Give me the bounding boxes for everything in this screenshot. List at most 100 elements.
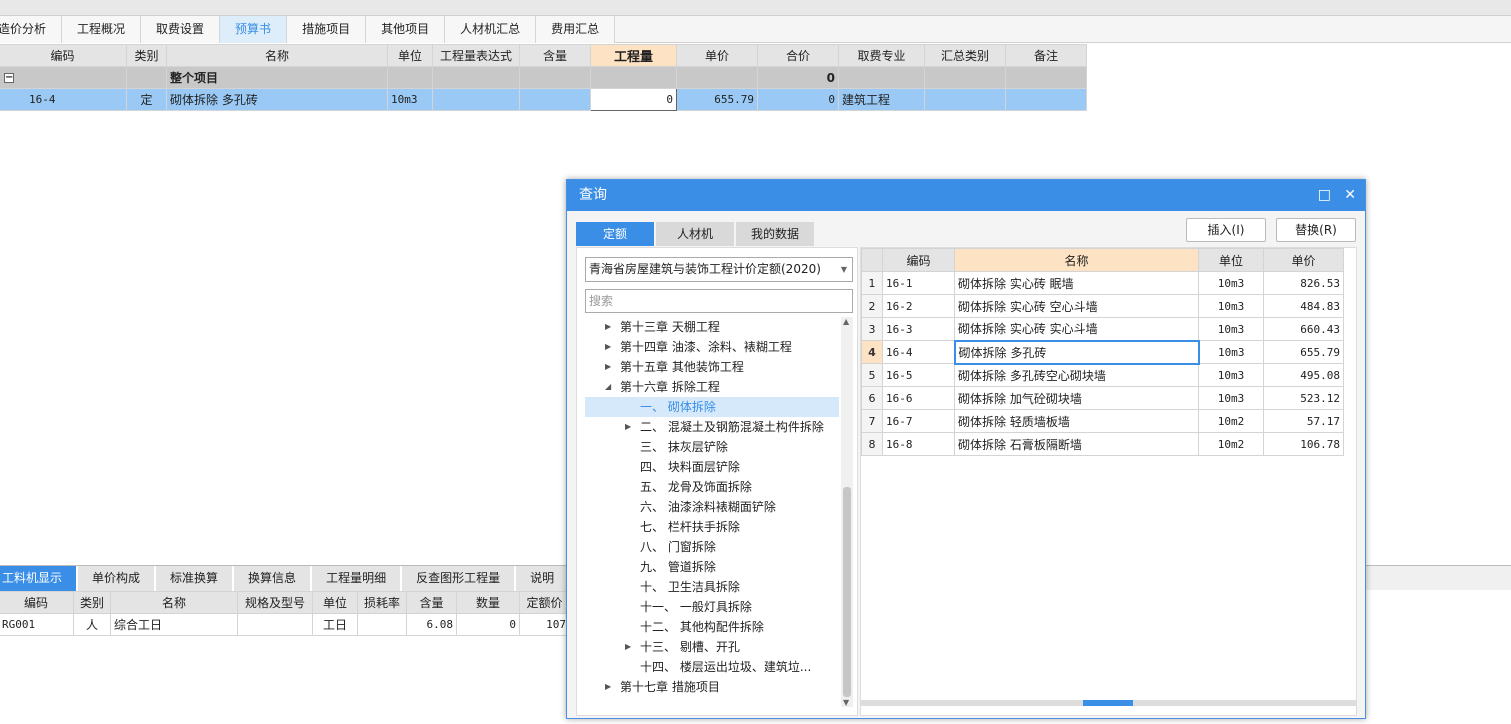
tab-5[interactable]: 其他项目	[366, 16, 446, 43]
close-icon[interactable]: ✕	[1344, 180, 1356, 211]
scroll-thumb[interactable]	[843, 487, 851, 697]
column-header[interactable]: 取费专业	[838, 44, 925, 67]
tab-2[interactable]: 取费设置	[141, 16, 221, 43]
lm-content[interactable]: 6.08	[406, 613, 457, 636]
column-header[interactable]: 名称	[166, 44, 388, 67]
bottom-tab-6[interactable]: 说明	[516, 566, 571, 591]
tab-0[interactable]: 造价分析	[0, 16, 63, 43]
quantity-input[interactable]: 0	[590, 88, 677, 111]
tree-scrollbar[interactable]: ▲ ▼	[841, 317, 853, 707]
bottom-tab-3[interactable]: 换算信息	[234, 566, 313, 591]
tab-1[interactable]: 工程概况	[62, 16, 142, 43]
column-header[interactable]: 编码	[0, 44, 127, 67]
table-row[interactable]: 2 16-2 砌体拆除 实心砖 空心斗墙 10m3 484.83	[861, 294, 1344, 318]
tree-node[interactable]: ▶ 十三、 剔槽、开孔	[585, 637, 839, 657]
tab-6[interactable]: 人材机汇总	[445, 16, 537, 43]
table-row[interactable]: 1 16-1 砌体拆除 实心砖 眠墙 10m3 826.53	[861, 271, 1344, 295]
lm-loss[interactable]	[357, 613, 407, 636]
hscroll-thumb[interactable]	[1083, 700, 1133, 706]
tree-node[interactable]: 四、 块料面层铲除	[585, 457, 839, 477]
tree-node[interactable]: 一、 砌体拆除	[585, 397, 839, 417]
tree-node[interactable]: 十二、 其他构配件拆除	[585, 617, 839, 637]
tab-3[interactable]: 预算书	[220, 16, 288, 43]
maximize-icon[interactable]: □	[1318, 180, 1331, 211]
column-header[interactable]: 名称	[110, 591, 238, 614]
column-header[interactable]: 单位	[1198, 248, 1264, 272]
tree-node[interactable]: 十四、 楼层运出垃圾、建筑垃...	[585, 657, 839, 677]
column-header[interactable]: 类别	[126, 44, 167, 67]
column-header[interactable]: 工程量	[590, 44, 677, 67]
dialog-tab-0[interactable]: 定额	[576, 222, 654, 246]
table-row[interactable]: 7 16-7 砌体拆除 轻质墙板墙 10m2 57.17	[861, 409, 1344, 433]
search-input[interactable]: 搜索	[585, 289, 853, 313]
expand-arrow-icon[interactable]: ▶	[625, 417, 631, 437]
column-header[interactable]: 规格及型号	[237, 591, 313, 614]
tree-node[interactable]: ◢ 第十六章 拆除工程	[585, 377, 839, 397]
tree-node[interactable]: 十、 卫生洁具拆除	[585, 577, 839, 597]
expand-arrow-icon[interactable]: ▶	[605, 677, 611, 697]
dialog-titlebar[interactable]: 查询 □ ✕	[567, 180, 1365, 211]
column-header[interactable]: 单位	[387, 44, 433, 67]
column-header[interactable]: 工程量表达式	[432, 44, 520, 67]
expand-arrow-icon[interactable]: ▶	[625, 637, 631, 657]
tree-node[interactable]: 三、 抹灰层铲除	[585, 437, 839, 457]
bottom-tab-4[interactable]: 工程量明细	[312, 566, 403, 591]
insert-button[interactable]: 插入(I)	[1186, 218, 1266, 242]
column-header[interactable]: 单价	[1263, 248, 1344, 272]
column-header[interactable]: 汇总类别	[924, 44, 1006, 67]
tree-node[interactable]: ▶ 第十五章 其他装饰工程	[585, 357, 839, 377]
bottom-tab-5[interactable]: 反查图形工程量	[402, 566, 517, 591]
dialog-tab-2[interactable]: 我的数据	[736, 222, 814, 246]
column-header[interactable]: 含量	[406, 591, 457, 614]
tree-node[interactable]: 六、 油漆涂料裱糊面铲除	[585, 497, 839, 517]
bottom-tab-1[interactable]: 单价构成	[78, 566, 157, 591]
table-row[interactable]: RG001 人 综合工日 工日 6.08 0 107	[0, 613, 570, 636]
column-header[interactable]: 含量	[519, 44, 591, 67]
table-row[interactable]: 5 16-5 砌体拆除 多孔砖空心砌块墙 10m3 495.08	[861, 363, 1344, 387]
column-header[interactable]: 备注	[1005, 44, 1087, 67]
column-header[interactable]: 类别	[73, 591, 111, 614]
replace-button[interactable]: 替换(R)	[1276, 218, 1356, 242]
column-header[interactable]: 数量	[456, 591, 520, 614]
expand-arrow-icon[interactable]: ▶	[605, 337, 611, 357]
tree-node[interactable]: 八、 门窗拆除	[585, 537, 839, 557]
table-row[interactable]: 8 16-8 砌体拆除 石膏板隔断墙 10m2 106.78	[861, 432, 1344, 456]
tree-node[interactable]: ▶ 第十三章 天棚工程	[585, 317, 839, 337]
dialog-tab-1[interactable]: 人材机	[656, 222, 734, 246]
row-specialty[interactable]: 建筑工程	[838, 88, 925, 111]
collapse-icon[interactable]: −	[4, 73, 14, 83]
tree-node[interactable]: ▶ 第十四章 油漆、涂料、裱糊工程	[585, 337, 839, 357]
table-row[interactable]: 3 16-3 砌体拆除 实心砖 实心斗墙 10m3 660.43	[861, 317, 1344, 341]
column-header[interactable]: 编码	[0, 591, 74, 614]
group-row[interactable]: − 整个项目 0	[0, 66, 1087, 89]
bottom-tab-2[interactable]: 标准换算	[156, 566, 235, 591]
table-row[interactable]: 6 16-6 砌体拆除 加气砼砌块墙 10m3 523.12	[861, 386, 1344, 410]
tree-node[interactable]: 七、 栏杆扶手拆除	[585, 517, 839, 537]
column-header[interactable]: 合价	[757, 44, 839, 67]
tree-node[interactable]: 五、 龙骨及饰面拆除	[585, 477, 839, 497]
row-expr[interactable]	[432, 88, 520, 111]
table-row[interactable]: 4 16-4 砌体拆除 多孔砖 10m3 655.79	[861, 339, 1344, 365]
tree-node[interactable]: 十一、 一般灯具拆除	[585, 597, 839, 617]
table-row[interactable]: 16-4 定 砌体拆除 多孔砖 10m3 0 655.79 0 建筑工程	[0, 88, 1087, 111]
column-header[interactable]: 编码	[882, 248, 955, 272]
column-header[interactable]: 名称	[954, 248, 1199, 272]
quota-library-select[interactable]: 青海省房屋建筑与装饰工程计价定额(2020) ▼	[585, 257, 853, 282]
bottom-tab-0[interactable]: 工料机显示	[0, 566, 79, 591]
column-header[interactable]: 单位	[312, 591, 358, 614]
tree-node[interactable]: 九、 管道拆除	[585, 557, 839, 577]
row-remark[interactable]	[1005, 88, 1087, 111]
column-header[interactable]: 单价	[676, 44, 758, 67]
tree-node[interactable]: ▶ 第十七章 措施项目	[585, 677, 839, 697]
tab-7[interactable]: 费用汇总	[536, 16, 616, 43]
scroll-up-icon[interactable]: ▲	[843, 317, 849, 326]
tab-4[interactable]: 措施项目	[287, 16, 367, 43]
collapse-arrow-icon[interactable]: ◢	[605, 377, 611, 397]
expand-arrow-icon[interactable]: ▶	[605, 317, 611, 337]
lm-count[interactable]: 0	[456, 613, 520, 636]
column-header[interactable]: 损耗率	[357, 591, 407, 614]
tree-node[interactable]: ▶ 二、 混凝土及钢筋混凝土构件拆除	[585, 417, 839, 437]
scroll-down-icon[interactable]: ▼	[843, 698, 849, 707]
results-hscrollbar[interactable]	[861, 700, 1356, 706]
column-header[interactable]: 定额价	[519, 591, 570, 614]
